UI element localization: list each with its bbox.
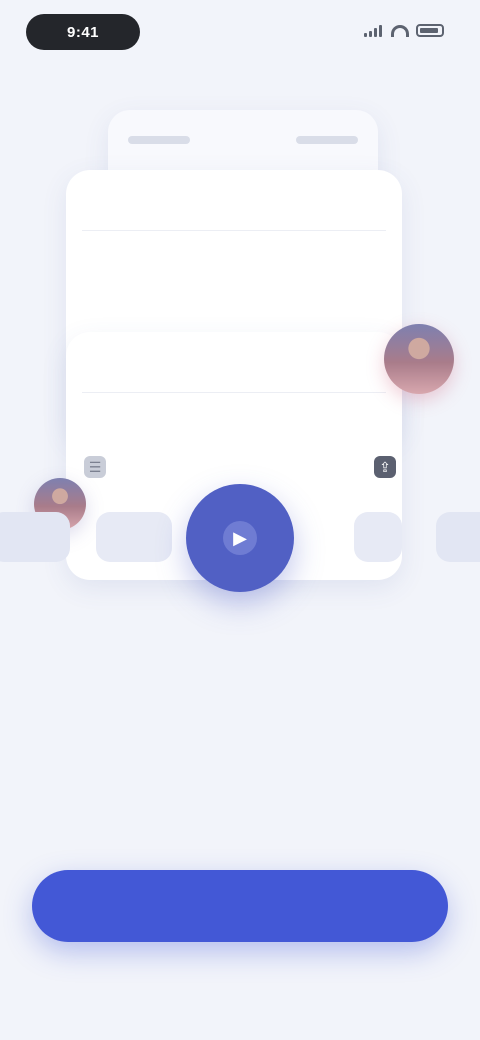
avatar	[384, 324, 454, 394]
share-icon[interactable]: ⇪	[374, 456, 396, 478]
divider	[82, 230, 386, 231]
wifi-icon	[391, 24, 409, 37]
status-icons	[364, 24, 444, 37]
status-bar: 9:41	[0, 0, 480, 64]
carousel-item[interactable]	[0, 512, 70, 562]
background-card-label	[128, 136, 190, 144]
signal-icon	[364, 24, 384, 37]
continue-button[interactable]	[32, 870, 448, 942]
battery-icon	[416, 24, 444, 37]
play-button[interactable]: ▶	[186, 484, 294, 592]
carousel-item[interactable]	[436, 512, 480, 562]
carousel-item[interactable]	[354, 512, 402, 562]
carousel-item[interactable]	[96, 512, 172, 562]
dynamic-island: 9:41	[26, 14, 140, 50]
list-icon: ☰	[84, 456, 106, 478]
card-stack: ☰ ☰ ⇪	[0, 110, 480, 580]
status-time: 9:41	[66, 23, 100, 41]
background-card-label	[296, 136, 358, 144]
play-icon: ▶	[223, 521, 257, 555]
divider	[82, 392, 386, 393]
